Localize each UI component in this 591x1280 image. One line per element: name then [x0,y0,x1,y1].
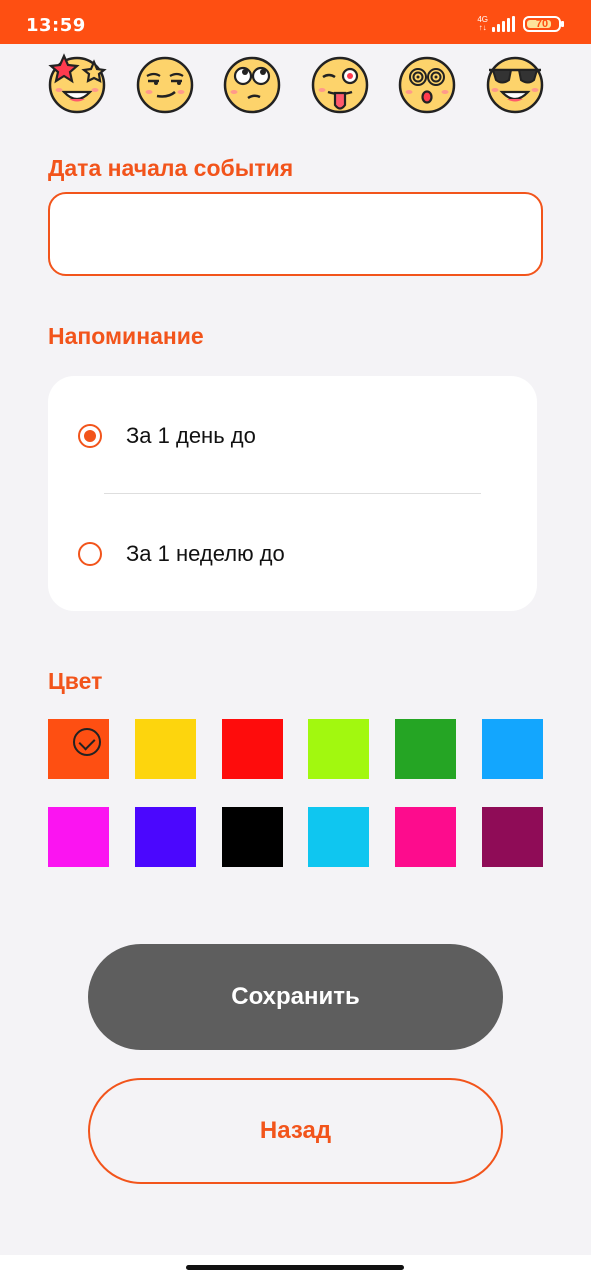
status-icons: 4G ↑↓ 70 [477,16,564,32]
color-swatch[interactable] [482,719,543,779]
radio-unchecked-icon[interactable] [78,542,102,566]
status-time: 13:59 [26,15,86,36]
signal-icon [492,16,515,32]
unamused-emoji-icon[interactable] [135,52,195,114]
color-swatch[interactable] [395,719,456,779]
color-swatch[interactable] [482,807,543,867]
color-swatch[interactable] [308,807,369,867]
network-type: 4G ↑↓ [477,16,488,32]
color-section-label: Цвет [48,668,103,694]
color-swatch[interactable] [222,719,283,779]
date-section-label: Дата начала события [48,155,294,181]
emoji-picker [47,52,545,114]
battery-icon: 70 [523,16,564,32]
reminder-option-label: За 1 день до [126,423,256,448]
color-swatch[interactable] [135,719,196,779]
save-button[interactable]: Сохранить [88,944,503,1050]
tongue-wink-emoji-icon[interactable] [310,52,370,114]
radio-checked-icon[interactable] [78,424,102,448]
date-input[interactable] [48,192,543,276]
sunglasses-emoji-icon[interactable] [485,52,545,114]
divider [104,493,481,494]
reminder-section-label: Напоминание [48,323,204,349]
star-eyes-emoji-icon[interactable] [47,52,107,114]
color-swatch[interactable] [48,807,109,867]
reminder-option-week[interactable]: За 1 неделю до [78,541,285,567]
reminder-option-label: За 1 неделю до [126,541,285,566]
eye-roll-emoji-icon[interactable] [222,52,282,114]
navigation-bar [0,1255,591,1280]
back-button[interactable]: Назад [88,1078,503,1184]
color-swatch[interactable] [308,719,369,779]
check-circle-icon [73,728,101,756]
reminder-option-day[interactable]: За 1 день до [78,423,256,449]
home-indicator[interactable] [186,1265,404,1270]
color-swatch[interactable] [395,807,456,867]
status-bar: 13:59 4G ↑↓ 70 [0,0,591,44]
battery-level: 70 [535,18,549,30]
color-swatch[interactable] [222,807,283,867]
dizzy-emoji-icon[interactable] [397,52,457,114]
reminder-options-card: За 1 день до За 1 неделю до [48,376,537,611]
color-swatch[interactable] [48,719,109,779]
network-sub-label: ↑↓ [478,23,487,32]
color-swatch[interactable] [135,807,196,867]
